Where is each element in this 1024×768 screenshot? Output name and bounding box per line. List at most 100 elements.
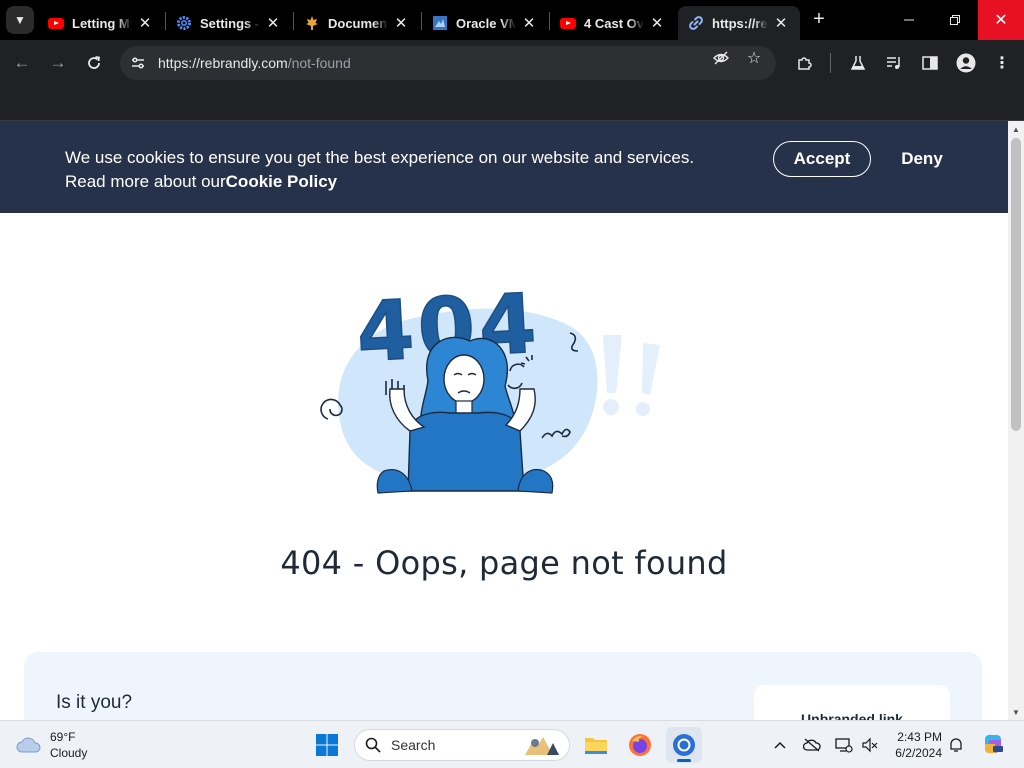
tab-title: https://reb <box>712 15 768 31</box>
virtualbox-icon <box>432 15 448 31</box>
restore-button[interactable] <box>932 0 978 40</box>
start-button[interactable] <box>309 727 345 763</box>
youtube-icon <box>48 15 64 31</box>
close-tab-icon[interactable]: ✕ <box>520 14 538 32</box>
exclamation-marks-graphic <box>603 335 660 416</box>
tab-search-button[interactable]: ▼ <box>6 6 34 34</box>
tab-settings[interactable]: Settings - ✕ <box>166 6 292 40</box>
youtube-icon <box>560 15 576 31</box>
file-explorer-button[interactable] <box>578 727 614 763</box>
back-button[interactable]: ← <box>9 50 35 76</box>
side-panel-icon[interactable] <box>919 52 941 74</box>
cookie-text-line2: Read more about ourCookie Policy <box>65 170 694 194</box>
tab-strip: ▼ Letting My ✕ Settings - ✕ Document ✕ O… <box>0 0 1024 40</box>
scroll-up-arrow-icon[interactable]: ▲ <box>1008 121 1024 137</box>
system-clock[interactable]: 2:43 PM 6/2/2024 <box>884 729 942 761</box>
tab-oracle-vm[interactable]: Oracle VM ✕ <box>422 6 548 40</box>
arrow-right-icon: → <box>49 53 67 72</box>
cookie-text-line1: We use cookies to ensure you get the bes… <box>65 148 695 167</box>
gear-icon <box>176 15 192 31</box>
minimize-icon <box>904 19 914 21</box>
close-window-button[interactable]: ✕ <box>978 0 1024 40</box>
tab-document[interactable]: Document ✕ <box>294 6 420 40</box>
notification-bell-icon[interactable] <box>946 735 966 755</box>
windows-taskbar: 69°F Cloudy Search 2:43 PM 6/2/2024 <box>0 720 1024 768</box>
cookie-policy-link[interactable]: Cookie Policy <box>226 172 337 191</box>
unbranded-link-panel: Unbranded link <box>754 685 950 720</box>
plus-icon: + <box>813 7 825 30</box>
tab-title: Letting My <box>72 15 132 31</box>
eye-off-icon[interactable] <box>711 48 731 68</box>
close-tab-icon[interactable]: ✕ <box>136 14 154 32</box>
deny-cookies-button[interactable]: Deny <box>893 141 951 177</box>
clock-time: 2:43 PM <box>897 730 942 744</box>
onedrive-offline-icon[interactable] <box>802 735 822 755</box>
url-text[interactable]: https://rebrandly.com/not-found <box>158 55 351 71</box>
search-icon <box>365 737 381 753</box>
site-info-icon[interactable] <box>128 53 148 73</box>
link-icon <box>688 15 704 31</box>
reload-icon <box>88 56 101 69</box>
labs-flask-icon[interactable] <box>847 52 869 74</box>
tab-rebrandly[interactable]: https://reb ✕ <box>678 6 800 40</box>
new-tab-button[interactable]: + <box>808 8 830 30</box>
maple-leaf-icon <box>304 15 320 31</box>
media-controls-icon[interactable] <box>883 52 905 74</box>
display-network-icon[interactable] <box>834 735 854 755</box>
chrome-button[interactable] <box>666 727 702 763</box>
extensions-icon[interactable] <box>794 52 816 74</box>
accept-cookies-button[interactable]: Accept <box>773 141 871 177</box>
cookie-text-prefix: Read more about our <box>65 172 226 191</box>
windows-logo-icon <box>316 734 338 756</box>
404-illustration: 404 <box>320 276 660 494</box>
unbranded-link-label: Unbranded link <box>801 711 903 720</box>
tab-title: Settings - <box>200 15 260 31</box>
close-tab-icon[interactable]: ✕ <box>264 14 282 32</box>
restore-icon <box>950 15 960 25</box>
scrollbar-thumb[interactable] <box>1011 138 1021 431</box>
forward-button[interactable]: → <box>45 50 71 76</box>
minimize-button[interactable] <box>886 0 932 40</box>
address-bar[interactable]: https://rebrandly.com/not-found <box>120 46 776 80</box>
page-scrollbar[interactable]: ▲ ▼ <box>1008 121 1024 720</box>
close-tab-icon[interactable]: ✕ <box>772 14 790 32</box>
volume-muted-icon[interactable] <box>860 735 880 755</box>
tab-4-cast[interactable]: 4 Cast Ove ✕ <box>550 6 676 40</box>
chrome-icon <box>673 734 695 756</box>
cookie-banner: We use cookies to ensure you get the bes… <box>0 121 1008 213</box>
chevron-down-icon: ▼ <box>14 13 26 27</box>
scroll-down-arrow-icon[interactable]: ▼ <box>1008 704 1024 720</box>
cloud-icon <box>16 737 41 753</box>
bookmark-star-icon[interactable]: ☆ <box>744 48 764 68</box>
firefox-button[interactable] <box>622 727 658 763</box>
close-tab-icon[interactable]: ✕ <box>648 14 666 32</box>
cookie-message: We use cookies to ensure you get the bes… <box>65 146 694 194</box>
search-highlight-icon <box>525 737 559 755</box>
tab-letting-my[interactable]: Letting My ✕ <box>38 6 164 40</box>
weather-widget[interactable]: 69°F Cloudy <box>16 729 87 761</box>
folder-icon <box>585 738 607 754</box>
taskbar-search-box[interactable]: Search <box>354 729 570 761</box>
weather-description: Cloudy <box>50 746 88 760</box>
close-tab-icon[interactable]: ✕ <box>392 14 410 32</box>
tab-title: Document <box>328 15 388 31</box>
tab-title: 4 Cast Ove <box>584 15 644 31</box>
more-menu-icon[interactable]: ⋮ <box>991 52 1013 74</box>
clock-date: 6/2/2024 <box>895 746 942 760</box>
copilot-icon[interactable] <box>980 731 1006 757</box>
url-host: https://rebrandly.com <box>158 55 288 71</box>
person-face <box>443 354 485 404</box>
browser-toolbar: ← → https://rebrandly.com/not-found ☆ ⋮ <box>0 40 1024 86</box>
page-viewport: We use cookies to ensure you get the bes… <box>0 121 1008 720</box>
firefox-icon <box>629 734 651 756</box>
toolbar-separator <box>830 53 831 73</box>
url-path: /not-found <box>287 55 351 71</box>
weather-temperature: 69°F <box>50 730 76 744</box>
profile-avatar-icon[interactable] <box>955 52 977 74</box>
chevron-up-icon[interactable] <box>770 735 790 755</box>
close-icon: ✕ <box>994 12 1008 29</box>
is-it-you-card: Is it you? Unbranded link <box>24 652 982 720</box>
card-heading: Is it you? <box>56 692 133 713</box>
reload-button[interactable] <box>81 50 107 76</box>
bookmarks-bar <box>0 86 1024 121</box>
